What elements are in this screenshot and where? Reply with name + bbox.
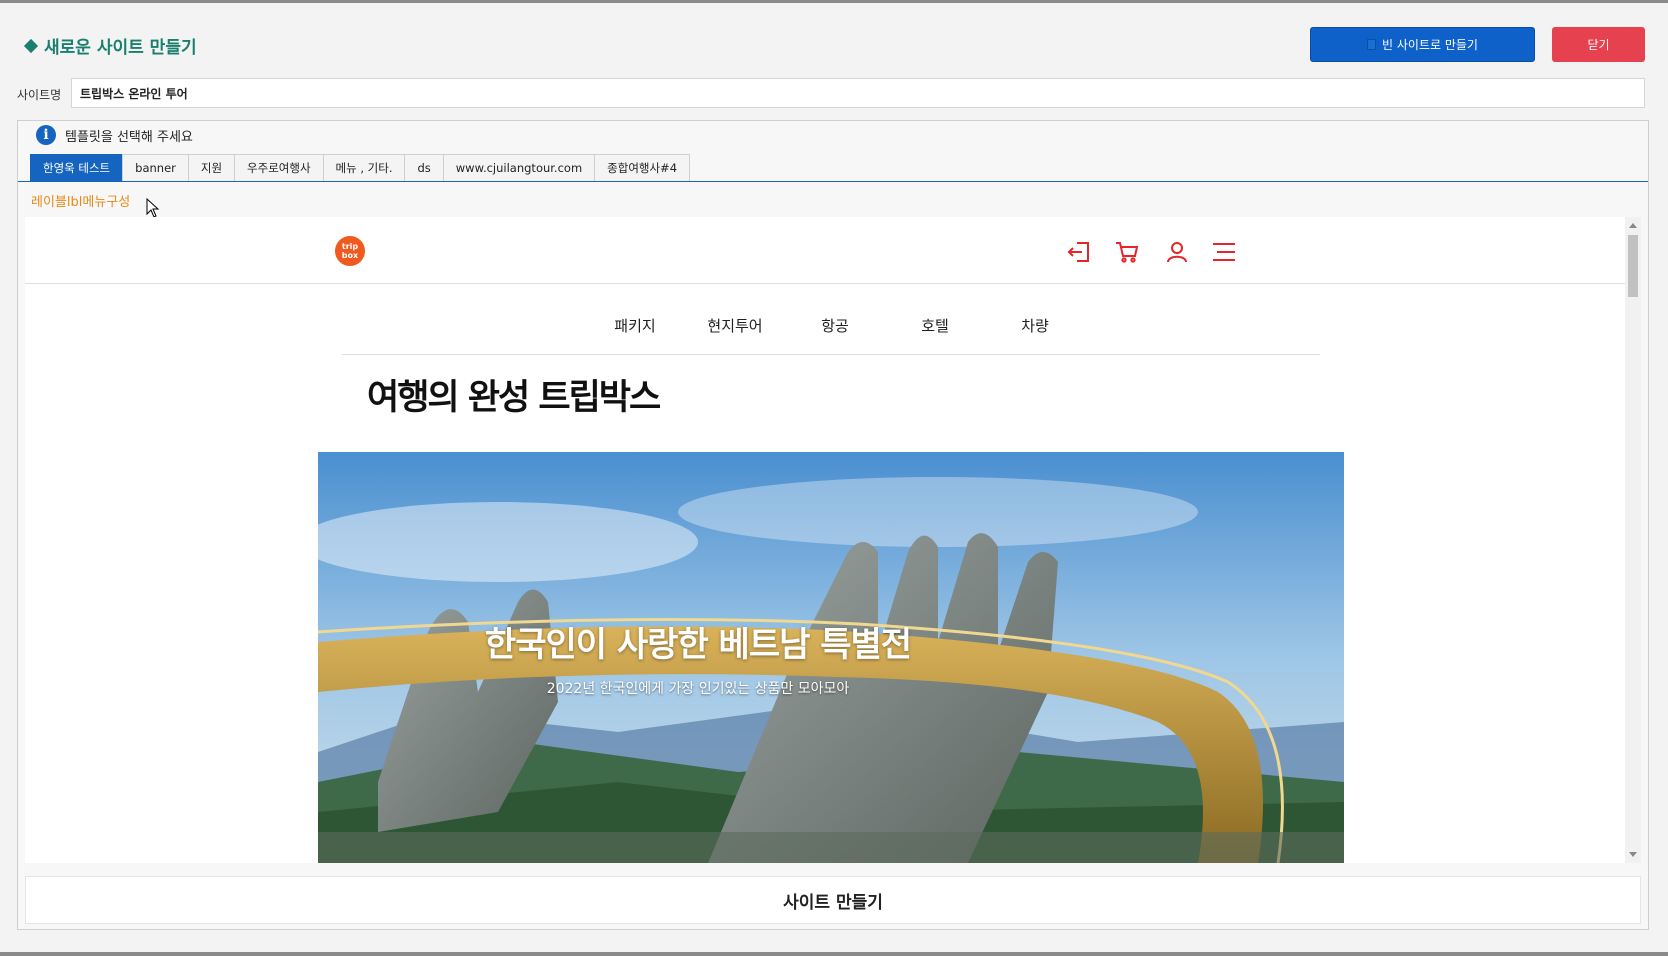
info-icon: i <box>36 125 56 145</box>
hero-banner[interactable]: 한국인이 사랑한 베트남 특별전 2022년 한국인에게 가장 인기있는 상품만… <box>318 452 1344 863</box>
tab-template-0[interactable]: 한영욱 테스트 <box>30 154 124 181</box>
scroll-down-arrow-icon[interactable] <box>1629 852 1637 857</box>
window-top-border <box>0 0 1668 3</box>
nav-divider <box>342 354 1320 355</box>
nav-item-car[interactable]: 차량 <box>985 315 1085 336</box>
tab-template-3[interactable]: 우주로여행사 <box>234 154 324 181</box>
hero-sub-text: 2022년 한국인에게 가장 인기있는 상품만 모아모아 <box>546 681 850 697</box>
scroll-up-arrow-icon[interactable] <box>1629 223 1637 228</box>
mouse-cursor-icon <box>146 198 160 218</box>
template-preview: trip box 패키지 현지투어 항공 호텔 차량 여행의 완성 트립박스 한… <box>25 217 1641 863</box>
tab-template-5[interactable]: ds <box>404 154 444 181</box>
tab-template-2[interactable]: 지원 <box>187 154 236 181</box>
preview-scrollbar[interactable] <box>1625 217 1641 863</box>
tab-template-1[interactable]: banner <box>122 154 189 181</box>
preview-header: trip box <box>25 217 1625 284</box>
template-info-text: 템플릿을 선택해 주세요 <box>65 129 193 145</box>
close-button[interactable]: 닫기 <box>1552 27 1645 62</box>
tab-template-6[interactable]: www.cjuilangtour.com <box>442 154 596 181</box>
nav-item-flight[interactable]: 항공 <box>785 315 885 336</box>
preview-nav: 패키지 현지투어 항공 호텔 차량 <box>585 315 1085 336</box>
dialog-title-text: 새로운 사이트 만들기 <box>44 38 197 58</box>
site-name-label: 사이트명 <box>17 88 62 102</box>
menu-icon[interactable] <box>1211 239 1237 265</box>
template-panel: i 템플릿을 선택해 주세요 한영욱 테스트 banner 지원 우주로여행사 … <box>17 120 1649 930</box>
tab-template-4[interactable]: 메뉴 , 기타. <box>322 154 406 181</box>
logo-line-2: box <box>341 251 359 260</box>
dialog-title: 새로운 사이트 만들기 <box>23 33 197 58</box>
create-blank-site-button[interactable]: 빈 사이트로 만들기 <box>1310 27 1535 62</box>
template-sub-link[interactable]: 레이블lbl메뉴구성 <box>31 191 130 210</box>
hero-main-text: 한국인이 사랑한 베트남 특별전 <box>484 625 912 665</box>
login-icon[interactable] <box>1066 239 1092 265</box>
tab-underline <box>18 181 1648 182</box>
site-name-input[interactable] <box>71 78 1645 108</box>
template-info: i 템플릿을 선택해 주세요 <box>36 125 193 145</box>
create-blank-site-label: 빈 사이트로 만들기 <box>1382 38 1478 52</box>
hero-text: 한국인이 사랑한 베트남 특별전 2022년 한국인에게 가장 인기있는 상품만… <box>318 617 1078 698</box>
nav-item-hotel[interactable]: 호텔 <box>885 315 985 336</box>
cart-icon[interactable] <box>1114 239 1140 265</box>
tripbox-logo: trip box <box>335 236 365 266</box>
make-site-button[interactable]: 사이트 만들기 <box>25 876 1641 924</box>
nav-item-package[interactable]: 패키지 <box>585 315 685 336</box>
user-icon[interactable] <box>1164 239 1190 265</box>
preview-title: 여행의 완성 트립박스 <box>367 378 661 418</box>
logo-line-1: trip <box>341 242 359 251</box>
diamond-icon <box>23 38 39 53</box>
blank-page-icon <box>1367 39 1377 50</box>
scroll-thumb[interactable] <box>1628 235 1638 297</box>
window-bottom-border <box>0 952 1668 956</box>
template-tabs: 한영욱 테스트 banner 지원 우주로여행사 메뉴 , 기타. ds www… <box>30 154 691 181</box>
nav-item-local-tour[interactable]: 현지투어 <box>685 315 785 336</box>
tab-template-7[interactable]: 종합여행사#4 <box>594 154 691 181</box>
